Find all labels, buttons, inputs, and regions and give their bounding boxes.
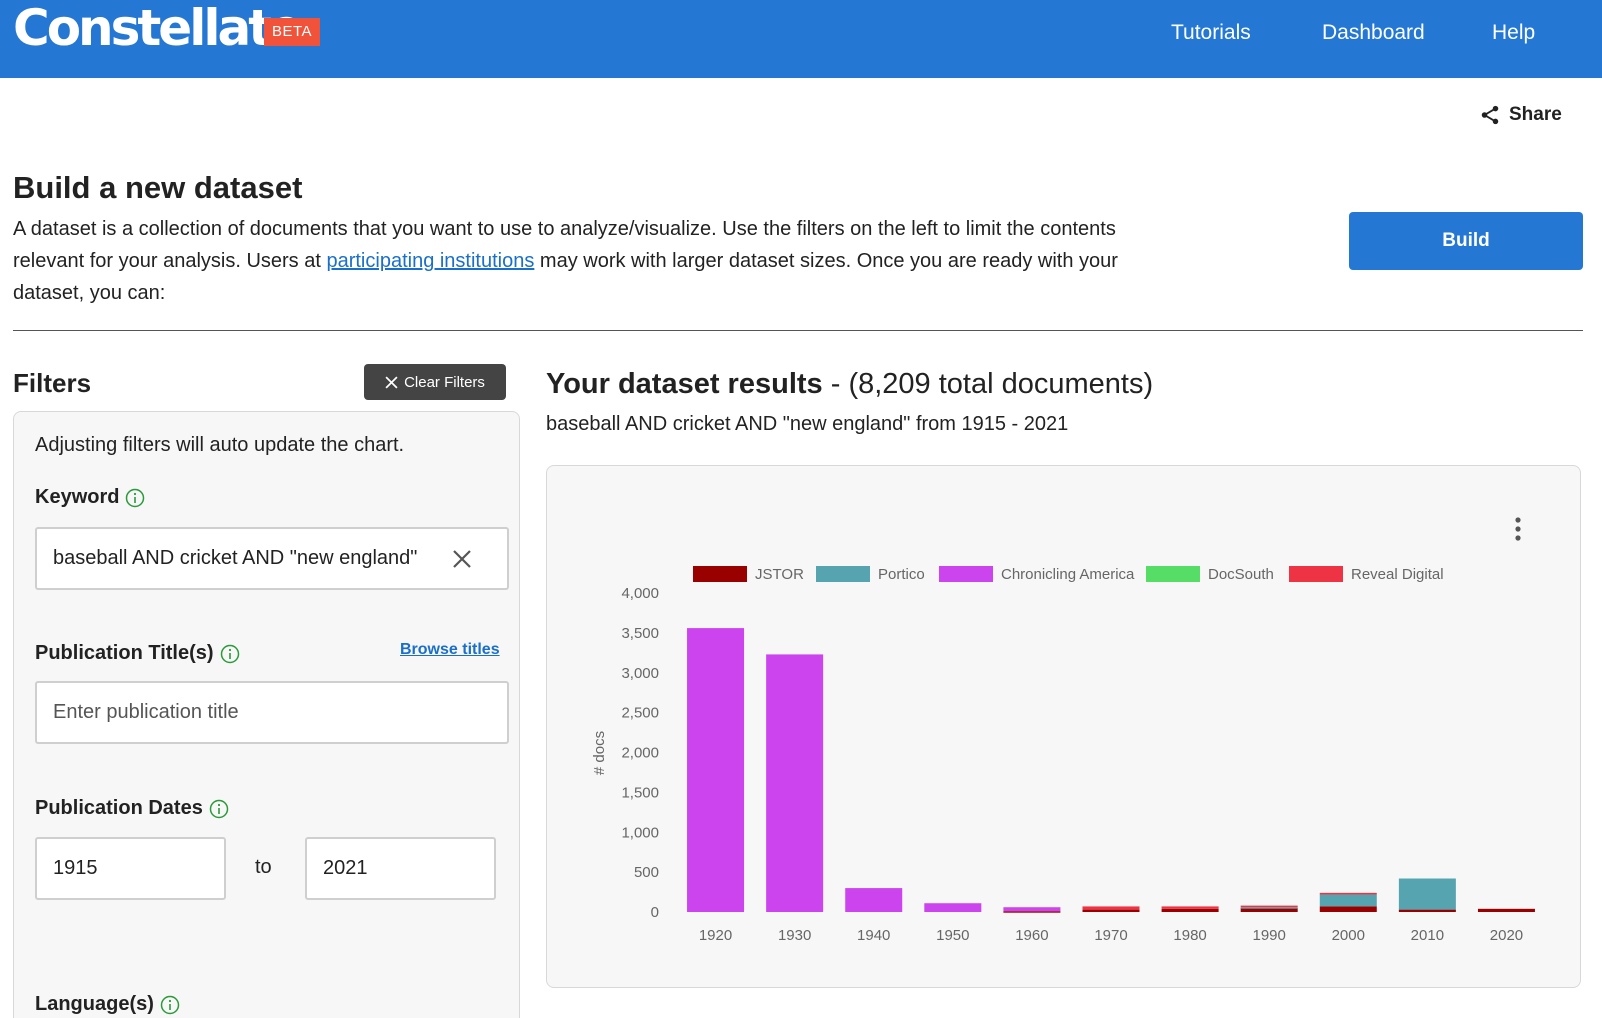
results-title-bold: Your dataset results <box>546 368 823 400</box>
y-tick-label: 0 <box>651 904 659 921</box>
nav-dashboard[interactable]: Dashboard <box>1322 20 1425 46</box>
beta-badge: BETA <box>264 18 321 46</box>
info-icon[interactable] <box>209 799 229 819</box>
clear-keyword-icon[interactable] <box>451 548 473 570</box>
results-title: Your dataset results - (8,209 total docu… <box>546 368 1153 401</box>
keyword-label-row: Keyword <box>35 486 145 509</box>
dataset-bar-chart: 0 500 1,000 1,500 2,000 2,500 3,000 3,500 4,000 #… <box>591 566 1535 944</box>
bar-chronicling-america-1920 <box>687 628 745 912</box>
share-label: Share <box>1509 104 1562 125</box>
language-label: Language(s) <box>35 993 154 1015</box>
legend-label-jstor: JSTOR <box>755 566 804 583</box>
bar-chronicling-america-1960 <box>1003 907 1061 912</box>
y-tick-label: 1,000 <box>621 824 659 841</box>
share-button[interactable]: Share <box>1479 104 1562 126</box>
date-to-separator: to <box>255 856 272 878</box>
date-to-input[interactable] <box>305 837 496 900</box>
publication-dates-label-row: Publication Dates <box>35 797 229 820</box>
clear-filters-label: Clear Filters <box>404 373 485 391</box>
legend-label-chronicling-america: Chronicling America <box>1001 566 1135 583</box>
y-tick-label: 4,000 <box>621 585 659 602</box>
info-icon[interactable] <box>160 995 180 1015</box>
participating-institutions-link[interactable]: participating institutions <box>326 250 534 272</box>
results-query: baseball AND cricket AND "new england" f… <box>546 413 1069 435</box>
x-tick-label: 1930 <box>778 927 811 944</box>
bar-reveal-digital-1990 <box>1240 905 1298 908</box>
build-button[interactable]: Build <box>1349 212 1583 270</box>
top-navbar: Constellate BETA Tutorials Dashboard Hel… <box>0 0 1602 78</box>
results-total: - (8,209 total documents) <box>822 368 1154 400</box>
page-title: Build a new dataset <box>13 170 303 205</box>
legend-label-reveal-digital: Reveal Digital <box>1351 566 1444 583</box>
y-tick-label: 2,000 <box>621 745 659 762</box>
bar-chronicling-america-1950 <box>924 903 982 912</box>
x-tick-label: 1960 <box>1015 927 1048 944</box>
clear-filters-button[interactable]: Clear Filters <box>364 364 506 400</box>
close-icon <box>385 375 398 389</box>
bar-jstor-2010 <box>1398 909 1456 912</box>
share-icon <box>1481 105 1499 125</box>
browse-titles-link[interactable]: Browse titles <box>400 641 500 659</box>
x-tick-label: 1950 <box>936 927 969 944</box>
language-label-row: Language(s) <box>35 993 180 1016</box>
info-icon[interactable] <box>220 644 240 664</box>
bar-portico-1990 <box>1240 907 1298 909</box>
y-axis-label: # docs <box>591 731 608 775</box>
bar-portico-2010 <box>1398 878 1456 910</box>
x-tick-label: 1970 <box>1094 927 1127 944</box>
legend-swatch-jstor <box>693 566 747 582</box>
y-tick-label: 3,500 <box>621 625 659 642</box>
legend-label-docsouth: DocSouth <box>1208 566 1274 583</box>
bar-jstor-1960 <box>1003 911 1061 913</box>
filters-title: Filters <box>13 368 92 398</box>
legend-swatch-chronicling-america <box>939 566 993 582</box>
y-tick-label: 1,500 <box>621 784 659 801</box>
x-tick-label: 1980 <box>1173 927 1206 944</box>
bar-reveal-digital-2000 <box>1319 892 1377 895</box>
bar-reveal-digital-1980 <box>1161 906 1219 909</box>
bar-chronicling-america-1940 <box>845 888 903 912</box>
x-tick-label: 1920 <box>699 927 732 944</box>
bar-jstor-2000 <box>1319 906 1377 912</box>
publication-title-label: Publication Title(s) <box>35 642 214 664</box>
legend-swatch-reveal-digital <box>1289 566 1343 582</box>
keyword-label: Keyword <box>35 486 120 508</box>
nav-tutorials[interactable]: Tutorials <box>1171 20 1251 46</box>
date-from-input[interactable] <box>35 837 226 900</box>
nav-help[interactable]: Help <box>1492 20 1535 46</box>
section-divider <box>13 330 1583 331</box>
y-tick-label: 2,500 <box>621 705 659 722</box>
keyword-input[interactable] <box>35 527 509 590</box>
publication-title-label-row: Publication Title(s) <box>35 642 240 665</box>
x-tick-label: 2020 <box>1490 927 1523 944</box>
x-tick-label: 1990 <box>1252 927 1285 944</box>
legend-swatch-docsouth <box>1146 566 1200 582</box>
bar-jstor-1970 <box>1082 909 1140 912</box>
x-tick-label: 1940 <box>857 927 890 944</box>
bar-jstor-1980 <box>1161 908 1219 912</box>
constellate-logo[interactable]: Constellate <box>13 0 303 56</box>
bar-chronicling-america-1930 <box>766 654 824 912</box>
filters-hint: Adjusting filters will auto update the c… <box>35 434 405 456</box>
bar-jstor-2020 <box>1477 908 1535 912</box>
x-tick-label: 2000 <box>1332 927 1365 944</box>
publication-dates-label: Publication Dates <box>35 797 203 819</box>
info-icon[interactable] <box>125 488 145 508</box>
legend-swatch-portico <box>816 566 870 582</box>
legend-label-portico: Portico <box>878 566 925 583</box>
bar-portico-2000 <box>1319 894 1377 907</box>
bar-reveal-digital-1970 <box>1082 906 1140 910</box>
x-tick-label: 2010 <box>1411 927 1444 944</box>
intro-text: A dataset is a collection of documents t… <box>13 213 1183 309</box>
y-tick-label: 3,000 <box>621 665 659 682</box>
y-tick-label: 500 <box>634 864 659 881</box>
publication-title-input[interactable] <box>35 681 509 744</box>
